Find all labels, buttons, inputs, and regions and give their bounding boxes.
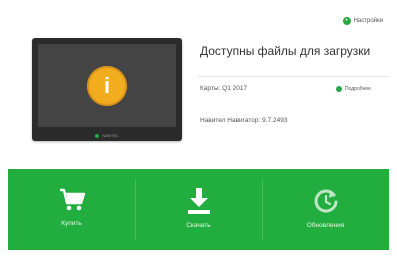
cart-icon (59, 188, 85, 211)
details-label: Подробнее (345, 86, 371, 92)
info-icon: i (87, 65, 127, 106)
buy-button[interactable]: Купить (8, 169, 135, 250)
updates-button[interactable]: Обновления (262, 169, 389, 250)
device-brand: NAVITEL (32, 133, 182, 138)
gear-icon: • (342, 17, 351, 25)
settings-label: Настройки (353, 18, 383, 24)
device-brand-label: NAVITEL (102, 133, 119, 138)
navigator-device-image: i NAVITEL (32, 38, 182, 141)
divider (198, 76, 388, 77)
maps-version: Карты: Q1 2017 (200, 85, 248, 92)
buy-label: Купить (61, 220, 82, 227)
updates-label: Обновления (306, 222, 345, 229)
navigator-version: Навител Навигатор: 9.7.2493 (200, 117, 288, 124)
download-button[interactable]: Скачать (135, 169, 262, 250)
page-title: Доступны файлы для загрузки (200, 44, 371, 58)
details-icon (336, 86, 342, 92)
action-bar: Купить Скачать Обновления (8, 169, 389, 250)
details-link[interactable]: Подробнее (336, 86, 371, 92)
brand-logo-icon (95, 133, 100, 138)
device-screen: i (38, 44, 176, 127)
download-icon (187, 188, 210, 214)
download-label: Скачать (186, 222, 211, 229)
settings-link[interactable]: • Настройки (342, 17, 383, 25)
refresh-icon (314, 189, 337, 213)
